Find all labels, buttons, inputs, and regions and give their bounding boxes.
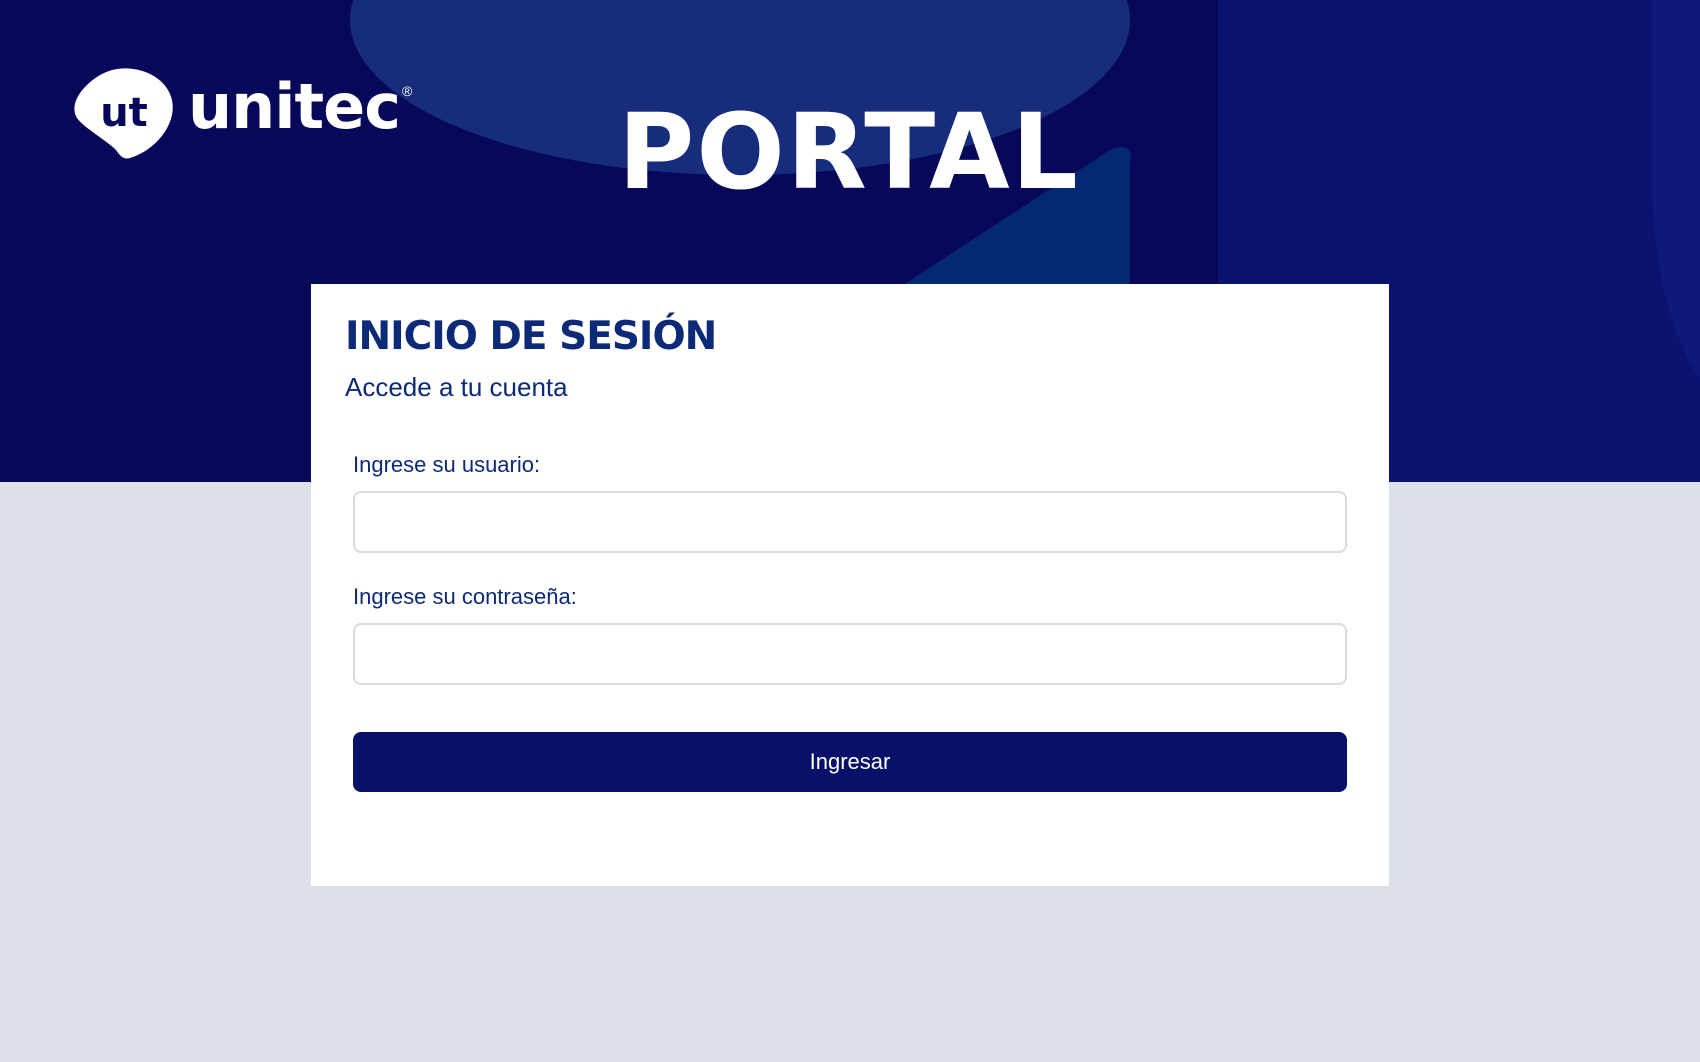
page-title-text: PORTAL <box>618 91 1080 213</box>
password-label: Ingrese su contraseña: <box>353 584 577 609</box>
username-input[interactable] <box>353 491 1347 553</box>
login-submit-button[interactable]: Ingresar <box>353 732 1347 792</box>
page-title: PORTAL <box>0 100 1700 204</box>
password-input[interactable] <box>353 623 1347 685</box>
username-label: Ingrese su usuario: <box>353 452 541 477</box>
registered-mark: ® <box>401 83 413 99</box>
login-card: INICIO DE SESIÓN Accede a tu cuenta Ingr… <box>311 284 1389 886</box>
login-title: INICIO DE SESIÓN <box>345 314 717 359</box>
login-subtitle: Accede a tu cuenta <box>345 372 568 402</box>
